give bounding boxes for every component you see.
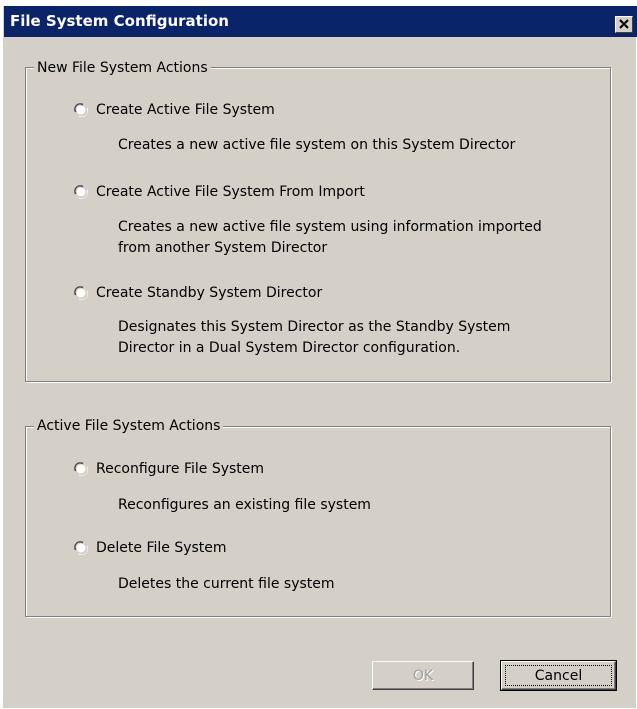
option-label: Reconfigure File System bbox=[96, 461, 265, 477]
focus-rect bbox=[505, 665, 612, 686]
group-legend: Active File System Actions bbox=[34, 418, 224, 434]
ok-button[interactable]: OK bbox=[372, 661, 474, 690]
radio-unchecked-icon[interactable] bbox=[74, 462, 88, 476]
dialog-window: File System Configuration New File Syste… bbox=[3, 6, 637, 708]
description-line: Deletes the current file system bbox=[118, 576, 335, 592]
option-description: Reconfigures an existing file system bbox=[118, 495, 371, 516]
active-file-system-actions-group: Active File System Actions Reconfigure F… bbox=[4, 6, 637, 708]
option-description: Deletes the current file system bbox=[118, 574, 335, 595]
radio-unchecked-icon[interactable] bbox=[74, 541, 88, 555]
description-line: Reconfigures an existing file system bbox=[118, 497, 371, 513]
cancel-button-default-border: Cancel bbox=[500, 660, 617, 691]
option-label: Delete File System bbox=[96, 540, 227, 556]
